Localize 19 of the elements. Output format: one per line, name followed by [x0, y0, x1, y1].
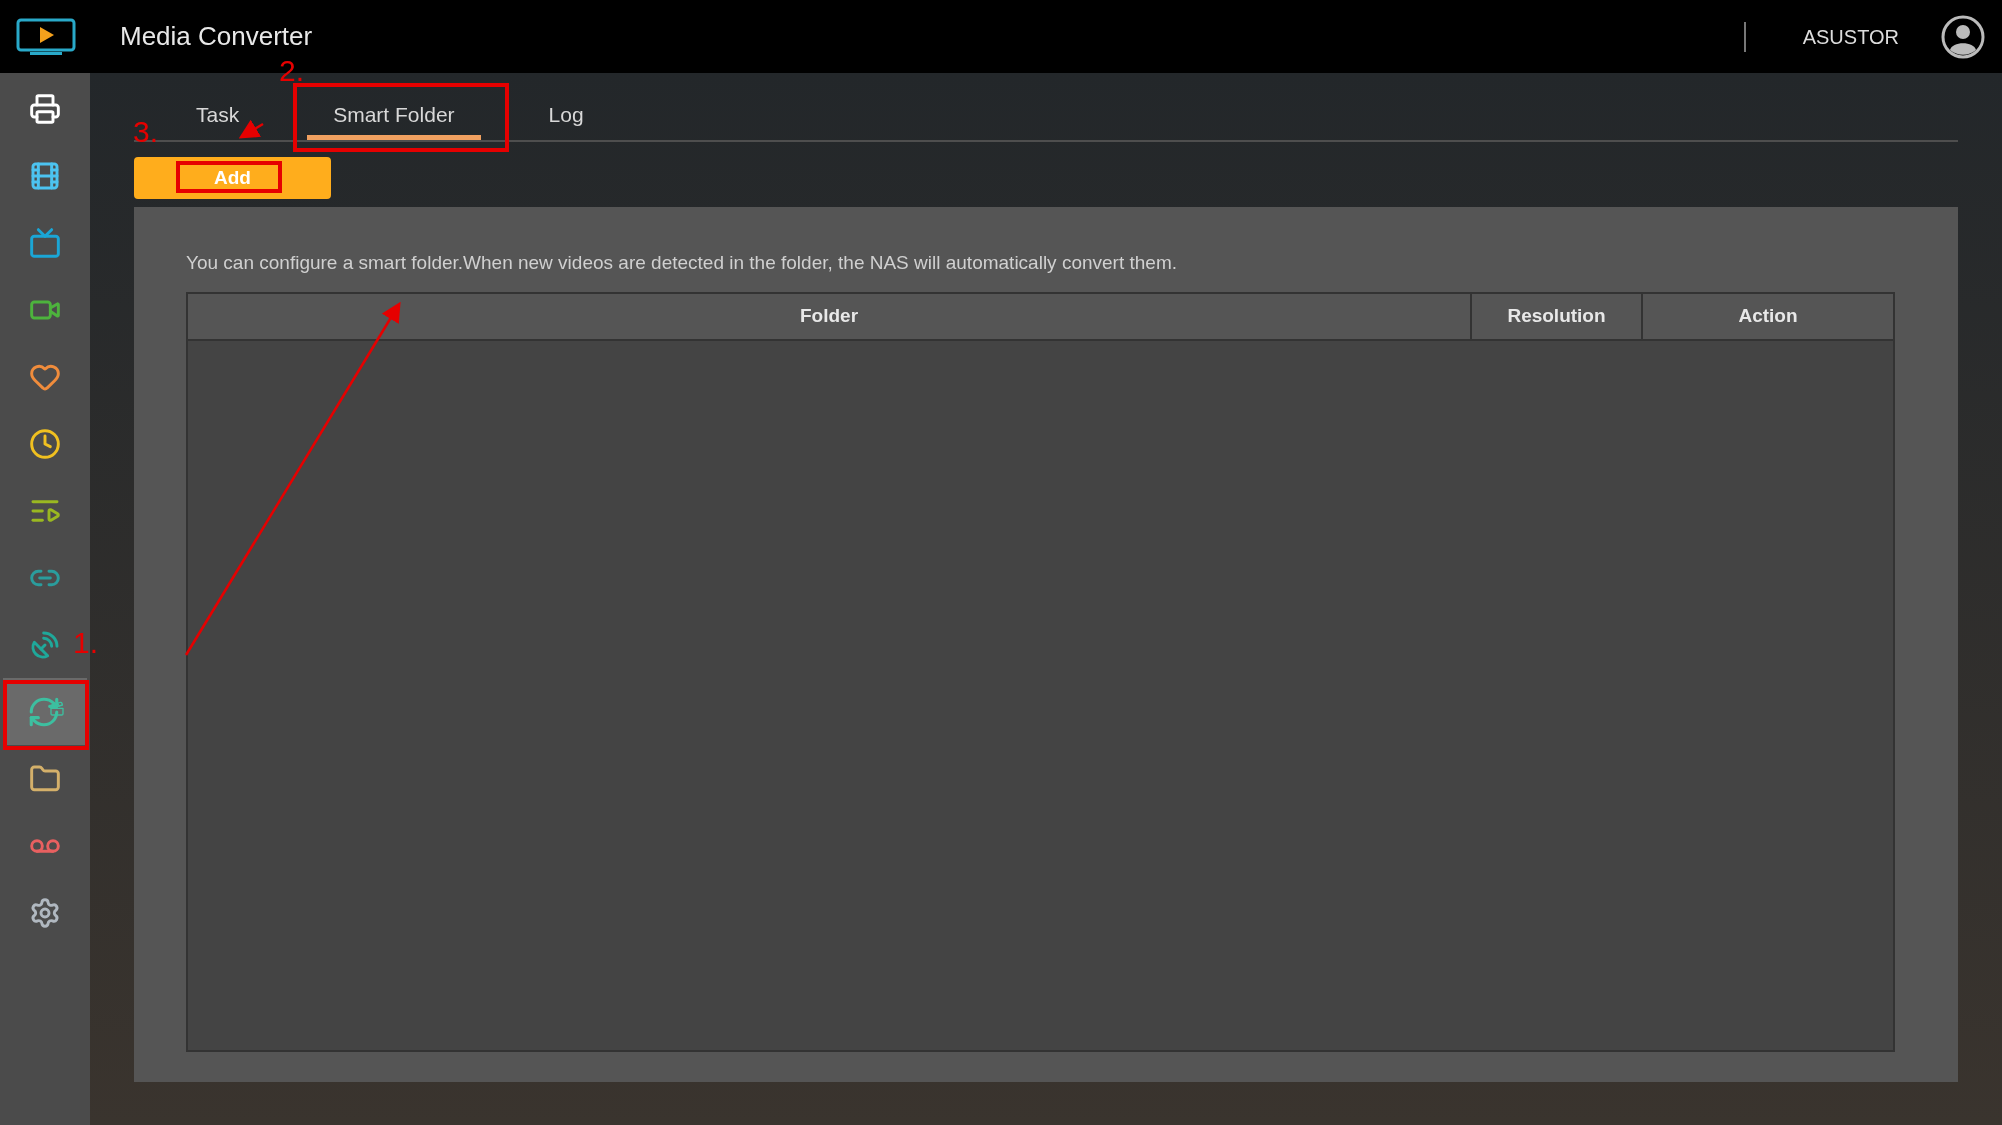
app-title: Media Converter: [120, 20, 313, 53]
tab[interactable]: Smart Folder: [307, 95, 481, 140]
step-number: 3.: [133, 114, 159, 150]
tab[interactable]: Task: [170, 95, 266, 140]
logo-icon: [16, 17, 76, 56]
settings-icon: [29, 896, 61, 929]
printer-icon: [29, 92, 61, 125]
description-text: You can configure a smart folder.When new videos are detected in the folder, the NAS will automatically convert them.: [186, 251, 1178, 275]
step-number: 1.: [73, 625, 99, 661]
annotation-arrow: [238, 119, 264, 139]
user-name[interactable]: ASUSTOR: [1802, 21, 1899, 52]
clock-icon: [29, 427, 61, 460]
tv-icon: [29, 226, 61, 259]
avatar-icon[interactable]: [1941, 14, 1985, 59]
column-header: Action: [1641, 293, 1893, 339]
step-number: 2.: [279, 53, 305, 89]
tab[interactable]: Log: [522, 95, 610, 140]
column-header: Resolution: [1470, 293, 1641, 339]
column-header: Folder: [798, 303, 860, 328]
